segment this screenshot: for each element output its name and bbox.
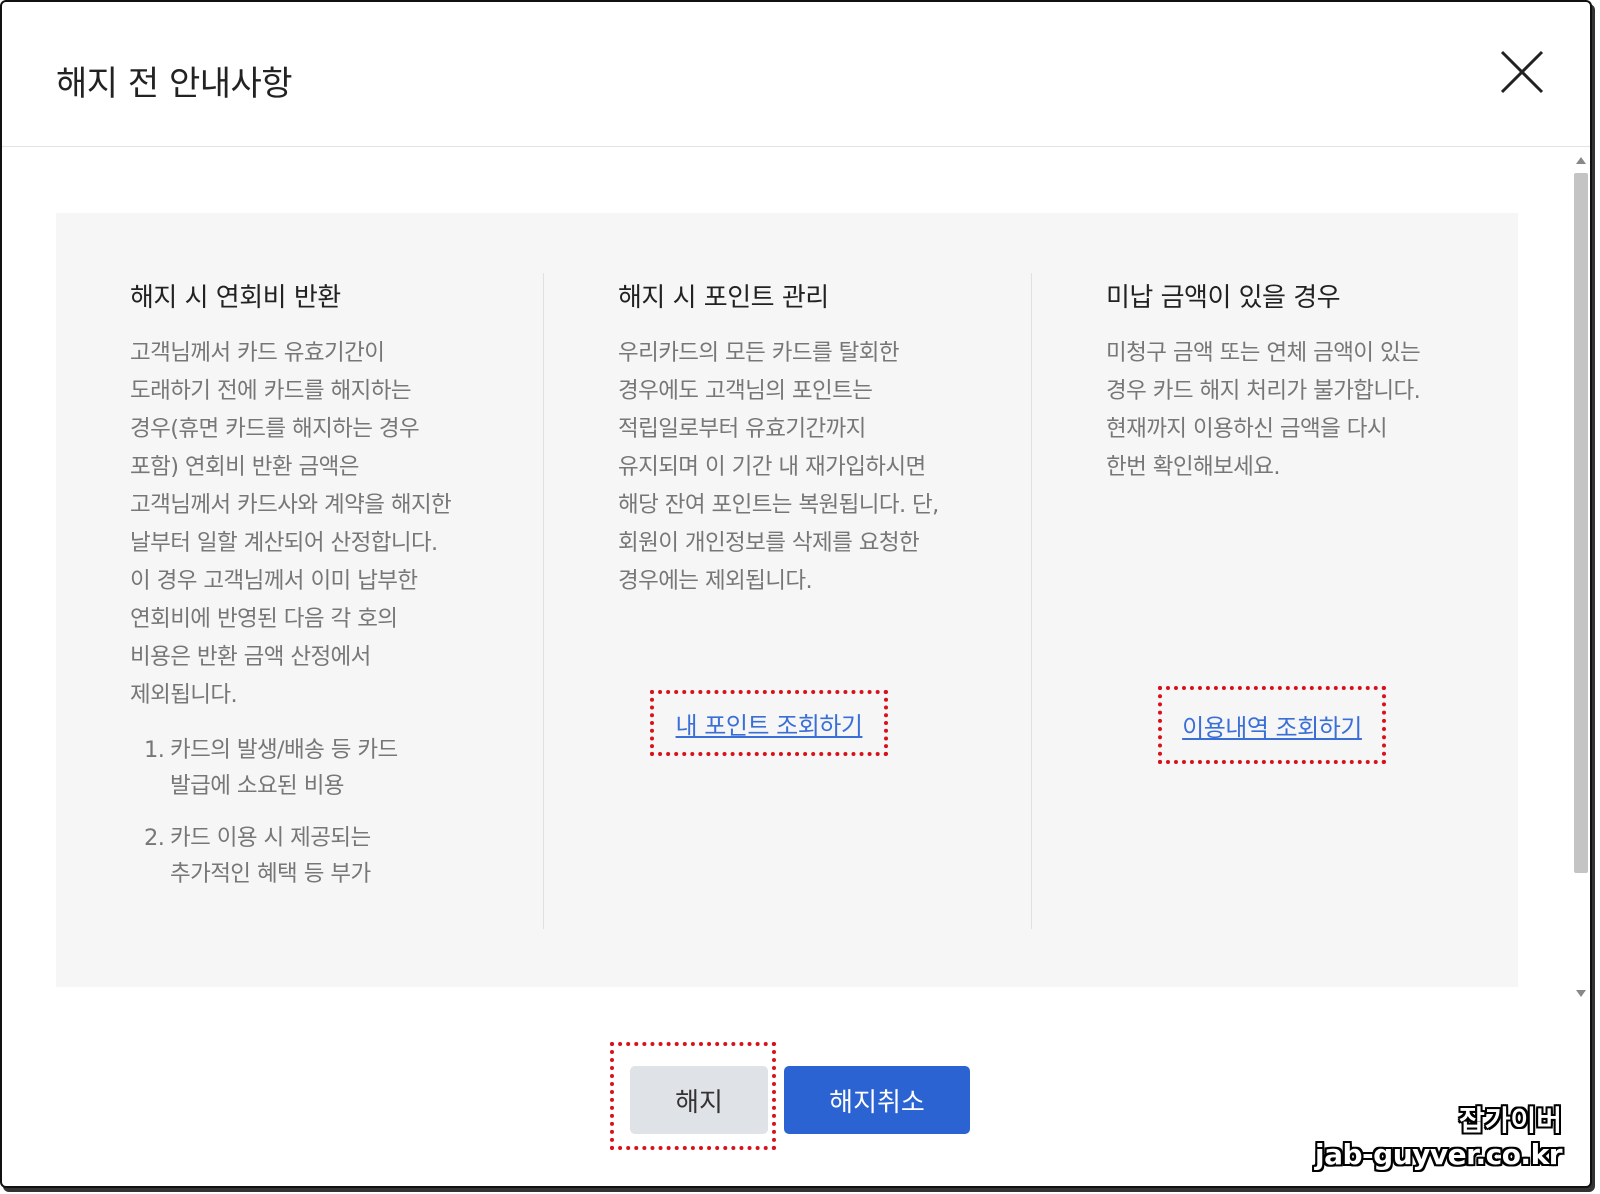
watermark-line-1: 잡가이버	[1458, 1104, 1562, 1137]
body-line: 도래하기 전에 카드를 해지하는	[130, 378, 412, 404]
my-points-link-highlight: 내 포인트 조회하기	[650, 690, 888, 756]
section-title: 미납 금액이 있을 경우	[1106, 283, 1341, 313]
body-line: 날부터 일할 계산되어 산정합니다.	[130, 530, 438, 556]
body-line: 이 경우 고객님께서 이미 납부한	[130, 568, 418, 594]
list-item: 2. 카드 이용 시 제공되는추가적인 혜택 등 부가	[144, 820, 503, 892]
usage-history-link[interactable]: 이용내역 조회하기	[1182, 708, 1362, 743]
body-line: 해당 잔여 포인트는 복원됩니다. 단,	[618, 492, 939, 518]
body-line: 경우 카드 해지 처리가 불가합니다.	[1106, 378, 1421, 404]
section-annual-fee: 해지 시 연회비 반환 고객님께서 카드 유효기간이 도래하기 전에 카드를 해…	[56, 273, 544, 929]
section-body: 우리카드의 모든 카드를 탈회한 경우에도 고객님의 포인트는 적립일로부터 유…	[618, 334, 1001, 600]
dialog-title: 해지 전 안내사항	[56, 64, 293, 104]
body-line: 미청구 금액 또는 연체 금액이 있는	[1106, 340, 1421, 366]
list-line: 카드의 발생/배송 등 카드	[170, 737, 398, 763]
section-body: 미청구 금액 또는 연체 금액이 있는 경우 카드 해지 처리가 불가합니다. …	[1106, 334, 1488, 486]
cancel-termination-button[interactable]: 해지취소	[784, 1066, 970, 1134]
close-button[interactable]	[1498, 48, 1546, 96]
my-points-link[interactable]: 내 포인트 조회하기	[676, 706, 863, 741]
section-title: 해지 시 포인트 관리	[618, 283, 829, 313]
body-line: 회원이 개인정보를 삭제를 요청한	[618, 530, 920, 556]
scroll-thumb[interactable]	[1574, 173, 1588, 873]
scroll-down-arrow-icon[interactable]	[1576, 990, 1586, 997]
dialog: 해지 전 안내사항 해지 시 연회비 반환 고객님께서 카드 유효기간이 도래하…	[0, 0, 1592, 1188]
list-number: 2.	[144, 825, 165, 851]
section-body: 고객님께서 카드 유효기간이 도래하기 전에 카드를 해지하는 경우(휴면 카드…	[130, 334, 503, 714]
info-panel: 해지 시 연회비 반환 고객님께서 카드 유효기간이 도래하기 전에 카드를 해…	[56, 213, 1518, 987]
list-number: 1.	[144, 737, 165, 763]
body-line: 제외됩니다.	[130, 682, 238, 708]
watermark-line-2: jab-guyver.co.kr	[1315, 1138, 1562, 1171]
list-line: 카드 이용 시 제공되는	[170, 825, 371, 851]
body-line: 한번 확인해보세요.	[1106, 454, 1281, 480]
body-line: 고객님께서 카드 유효기간이	[130, 340, 385, 366]
close-icon	[1500, 50, 1544, 94]
body-line: 비용은 반환 금액 산정에서	[130, 644, 371, 670]
list-line: 발급에 소요된 비용	[170, 773, 345, 799]
scroll-up-arrow-icon[interactable]	[1576, 157, 1586, 164]
body-line: 경우에는 제외됩니다.	[618, 568, 813, 594]
dialog-header: 해지 전 안내사항	[2, 2, 1590, 147]
scrollbar[interactable]	[1572, 147, 1590, 1007]
list-line: 추가적인 혜택 등 부가	[170, 861, 371, 887]
body-line: 현재까지 이용하신 금액을 다시	[1106, 416, 1388, 442]
body-line: 경우에도 고객님의 포인트는	[618, 378, 873, 404]
list-item: 1. 카드의 발생/배송 등 카드발급에 소요된 비용	[144, 732, 503, 804]
watermark: 잡가이버 jab-guyver.co.kr	[1280, 1104, 1562, 1172]
body-line: 적립일로부터 유효기간까지	[618, 416, 866, 442]
body-line: 고객님께서 카드사와 계약을 해지한	[130, 492, 452, 518]
dialog-content: 해지 시 연회비 반환 고객님께서 카드 유효기간이 도래하기 전에 카드를 해…	[2, 147, 1570, 1007]
section-unpaid: 미납 금액이 있을 경우 미청구 금액 또는 연체 금액이 있는 경우 카드 해…	[1032, 273, 1518, 929]
usage-history-link-highlight: 이용내역 조회하기	[1158, 686, 1386, 764]
excluded-cost-list: 1. 카드의 발생/배송 등 카드발급에 소요된 비용 2. 카드 이용 시 제…	[130, 732, 503, 892]
terminate-button[interactable]: 해지	[630, 1066, 768, 1134]
body-line: 우리카드의 모든 카드를 탈회한	[618, 340, 900, 366]
section-title: 해지 시 연회비 반환	[130, 283, 341, 313]
body-line: 유지되며 이 기간 내 재가입하시면	[618, 454, 926, 480]
body-line: 경우(휴면 카드를 해지하는 경우	[130, 416, 420, 442]
body-line: 포함) 연회비 반환 금액은	[130, 454, 359, 480]
section-points: 해지 시 포인트 관리 우리카드의 모든 카드를 탈회한 경우에도 고객님의 포…	[544, 273, 1032, 929]
body-line: 연회비에 반영된 다음 각 호의	[130, 606, 398, 632]
